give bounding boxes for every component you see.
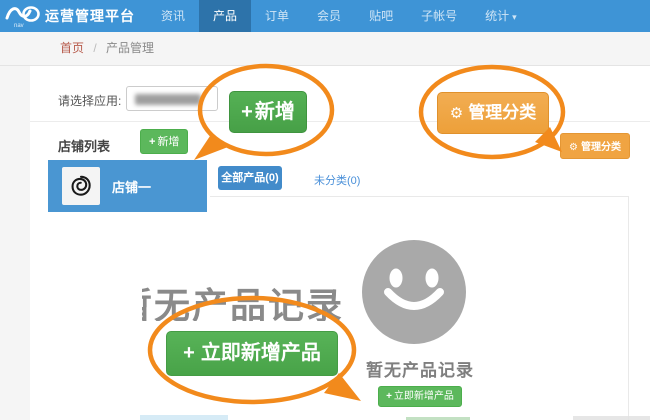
shop-logo-icon bbox=[68, 173, 94, 199]
manage-categories-button[interactable]: ⚙管理分类 bbox=[560, 133, 630, 159]
nav-menu: 资讯 产品 订单 会员 贴吧 子帐号 统计▾ bbox=[147, 0, 531, 32]
breadcrumb: 首页 / 产品管理 bbox=[0, 32, 650, 66]
brand-title: 运营管理平台 bbox=[45, 6, 135, 26]
brand[interactable]: nav 运营管理平台 bbox=[0, 0, 135, 32]
cutoff-element bbox=[140, 415, 228, 420]
nav-item-subaccounts[interactable]: 子帐号 bbox=[407, 0, 471, 32]
shop-list-title: 店铺列表 bbox=[58, 136, 110, 155]
gear-icon: ⚙ bbox=[569, 142, 578, 153]
shop-name: 店铺一 bbox=[112, 177, 151, 196]
empty-state-message: 暂无产品记录 bbox=[320, 356, 520, 381]
annotation-manage-categories-enlarged[interactable]: ⚙管理分类 bbox=[437, 92, 549, 134]
svg-text:nav: nav bbox=[14, 23, 24, 29]
chevron-down-icon: ▾ bbox=[512, 12, 517, 22]
cutoff-element bbox=[573, 416, 650, 420]
plus-icon: + bbox=[149, 136, 155, 148]
redacted-app-name bbox=[135, 94, 201, 105]
shop-avatar bbox=[62, 167, 100, 205]
breadcrumb-home-link[interactable]: 首页 bbox=[60, 41, 84, 55]
nav-item-statistics[interactable]: 统计▾ bbox=[471, 0, 531, 32]
tab-uncategorized[interactable]: 未分类(0) bbox=[314, 172, 360, 188]
nav-item-members[interactable]: 会员 bbox=[303, 0, 355, 32]
nav-item-orders[interactable]: 订单 bbox=[251, 0, 303, 32]
tab-all-products[interactable]: 全部产品(0) bbox=[218, 166, 282, 190]
nav-item-products[interactable]: 产品 bbox=[199, 0, 251, 32]
add-product-now-button[interactable]: +立即新增产品 bbox=[378, 386, 462, 407]
content-card: 请选择应用: 店铺列表 +新增 店铺一 全部产品(0) 未分类(0) ⚙管理分类 bbox=[30, 66, 650, 420]
breadcrumb-current: 产品管理 bbox=[106, 41, 154, 55]
top-navbar: nav 运营管理平台 资讯 产品 订单 会员 贴吧 子帐号 统计▾ bbox=[0, 0, 650, 32]
annotation-add-button-enlarged[interactable]: +新增 bbox=[229, 91, 307, 133]
breadcrumb-separator: / bbox=[93, 41, 96, 55]
divider bbox=[210, 196, 628, 197]
nav-item-forum[interactable]: 贴吧 bbox=[355, 0, 407, 32]
empty-smiley-icon bbox=[362, 240, 466, 344]
add-shop-button[interactable]: +新增 bbox=[140, 129, 188, 154]
nav-item-news[interactable]: 资讯 bbox=[147, 0, 199, 32]
app-select-label: 请选择应用: bbox=[58, 92, 121, 109]
plus-icon: + bbox=[183, 342, 195, 364]
app-select-dropdown[interactable] bbox=[126, 86, 218, 111]
gear-icon: ⚙ bbox=[450, 105, 463, 122]
product-management-page: nav 运营管理平台 资讯 产品 订单 会员 贴吧 子帐号 统计▾ 首页 / 产… bbox=[0, 0, 650, 420]
divider bbox=[30, 121, 650, 122]
shop-list-item-selected[interactable]: 店铺一 bbox=[48, 160, 207, 212]
platform-logo-icon: nav bbox=[5, 3, 41, 29]
plus-icon: + bbox=[386, 391, 392, 402]
divider bbox=[628, 196, 629, 420]
annotation-zoomed-empty-text: 暂无产品记录 bbox=[142, 277, 356, 321]
plus-icon: + bbox=[241, 101, 253, 123]
annotation-add-product-enlarged[interactable]: +立即新增产品 bbox=[166, 331, 338, 376]
